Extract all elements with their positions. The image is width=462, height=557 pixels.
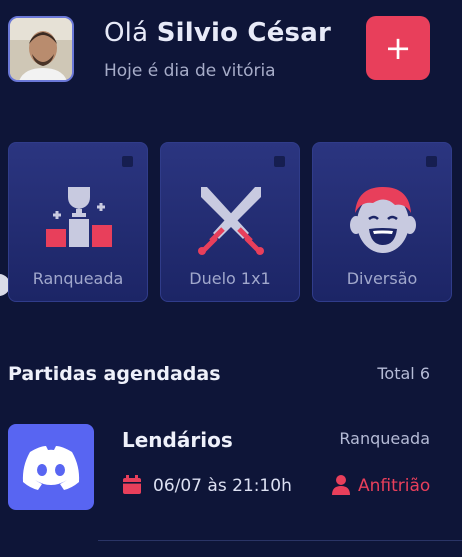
- discord-logo: [22, 446, 80, 490]
- category-list: Ranqueada Duelo 1x1 Diversão: [8, 142, 462, 302]
- avatar[interactable]: [8, 16, 74, 82]
- category-checkbox[interactable]: [122, 156, 133, 167]
- divider: [98, 540, 462, 541]
- section-total: Total 6: [377, 364, 430, 383]
- discord-icon: [8, 424, 94, 510]
- podium-trophy-icon: [46, 187, 112, 247]
- calendar-icon: [123, 475, 141, 494]
- greeting-word: Olá: [104, 18, 149, 48]
- user-name: Silvio César: [156, 18, 331, 48]
- add-match-button[interactable]: +: [366, 16, 430, 80]
- avatar-photo: [10, 18, 72, 80]
- person-icon: [332, 475, 350, 495]
- category-card-ranqueada[interactable]: Ranqueada: [8, 142, 148, 302]
- greeting-text: Olá Silvio César: [104, 18, 331, 48]
- crossed-swords-icon: [198, 187, 264, 255]
- category-card-duelo[interactable]: Duelo 1x1: [160, 142, 300, 302]
- match-title: Lendários: [122, 428, 233, 452]
- category-label: Diversão: [346, 269, 418, 288]
- category-label: Duelo 1x1: [189, 269, 271, 288]
- category-checkbox[interactable]: [274, 156, 285, 167]
- match-date: 06/07 às 21:10h: [153, 476, 292, 496]
- match-category: Ranqueada: [339, 429, 430, 448]
- category-label: Ranqueada: [32, 269, 124, 288]
- section-title: Partidas agendadas: [8, 363, 221, 385]
- list-item[interactable]: Lendários Ranqueada 06/07 às 21:10h Anfi…: [8, 424, 462, 514]
- category-card-diversao[interactable]: Diversão: [312, 142, 452, 302]
- laughing-face-icon: [350, 187, 416, 253]
- match-role: Anfitrião: [358, 476, 431, 496]
- greeting-subtitle: Hoje é dia de vitória: [104, 61, 276, 81]
- header: Olá Silvio César Hoje é dia de vitória +: [8, 16, 454, 82]
- category-checkbox[interactable]: [426, 156, 437, 167]
